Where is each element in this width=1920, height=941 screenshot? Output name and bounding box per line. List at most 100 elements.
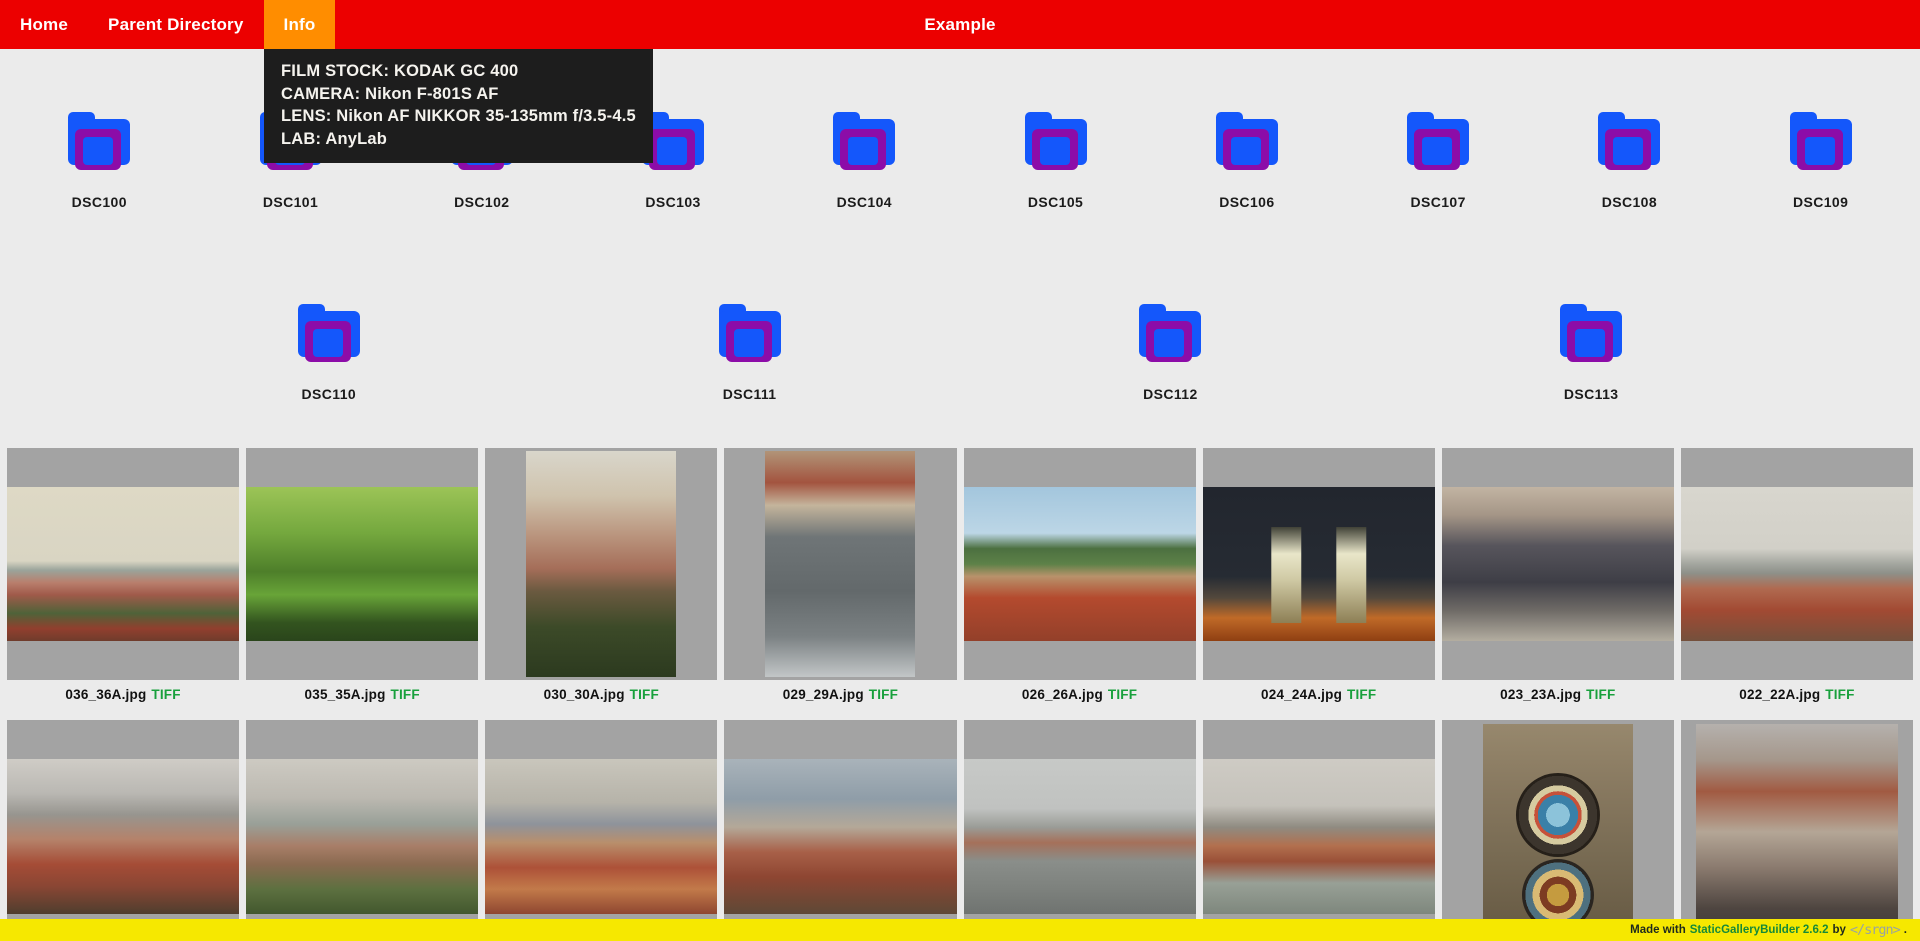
thumbnail-024_24A.jpg[interactable]: 024_24A.jpg TIFF: [1203, 448, 1435, 720]
thumbnail-026_26A.jpg[interactable]: 026_26A.jpg TIFF: [964, 448, 1196, 720]
thumbnail-cell: [246, 448, 478, 680]
folder-DSC105[interactable]: DSC105: [964, 110, 1148, 210]
navbar: HomeParent DirectoryInfo Example: [0, 0, 1920, 49]
thumbnail-cell: [485, 720, 717, 941]
folder-icon: [1788, 110, 1854, 173]
caption-format-link[interactable]: TIFF: [1586, 687, 1615, 702]
thumbnail-rooftops-church-tower[interactable]: [724, 720, 956, 941]
nav-links: HomeParent DirectoryInfo: [0, 0, 335, 49]
thumbnail-023_23A.jpg[interactable]: 023_23A.jpg TIFF: [1442, 448, 1674, 720]
thumbnail-caption: 036_36A.jpg TIFF: [7, 687, 239, 704]
folder-DSC112[interactable]: DSC112: [1078, 302, 1262, 402]
builder-link[interactable]: StaticGalleryBuilder 2.6.2: [1690, 924, 1829, 936]
folder-DSC100[interactable]: DSC100: [7, 110, 191, 210]
folder-label: DSC110: [302, 386, 357, 402]
folder-icon: [1023, 110, 1089, 173]
folder-icon: [66, 110, 132, 173]
thumbnail-caption: 022_22A.jpgTIFF: [1681, 687, 1913, 704]
caption-filename: 036_36A.jpg: [65, 687, 146, 702]
thumbnail-cell: [964, 448, 1196, 680]
caption-filename: 024_24A.jpg: [1261, 687, 1342, 702]
caption-format-link[interactable]: TIFF: [1347, 687, 1376, 702]
nav-link-parent-directory[interactable]: Parent Directory: [88, 0, 263, 49]
author-link[interactable]: </srgn>: [1850, 922, 1900, 938]
thumbnail-caption: 026_26A.jpg TIFF: [964, 687, 1196, 704]
thumbnail-cell: [1681, 448, 1913, 680]
thumbnail-cell: [724, 720, 956, 941]
thumbnail-029_29A.jpg[interactable]: 029_29A.jpg TIFF: [724, 448, 956, 720]
caption-filename: 023_23A.jpg: [1500, 687, 1581, 702]
folder-label: DSC104: [837, 194, 892, 210]
thumbnail-030_30A.jpg[interactable]: 030_30A.jpgTIFF: [485, 448, 717, 720]
info-tooltip-line: FILM STOCK: KODAK GC 400: [281, 60, 636, 83]
thumbnail-cell: [1681, 720, 1913, 941]
photo-old-town-square-crowd: [1696, 724, 1899, 941]
thumbnail-caption: 035_35A.jpg TIFF: [246, 687, 478, 704]
thumbnail-cell: [7, 448, 239, 680]
folder-label: DSC109: [1793, 194, 1848, 210]
photo-river-bridges-aerial: [246, 759, 478, 914]
folder-DSC106[interactable]: DSC106: [1155, 110, 1339, 210]
footer-by: by: [1832, 924, 1845, 936]
thumbnail-caption: 024_24A.jpg TIFF: [1203, 687, 1435, 704]
photo-red-rooftops-green-hill: [964, 487, 1196, 642]
footer-made-with: Made with: [1630, 924, 1686, 936]
thumbnail-river-statue-boat[interactable]: [964, 720, 1196, 941]
folder-icon: [1137, 302, 1203, 365]
gallery-title: Example: [924, 0, 995, 49]
photo-green-foliage: [246, 487, 478, 642]
caption-format-link[interactable]: TIFF: [1825, 687, 1854, 702]
thumbnail-035_35A.jpg[interactable]: 035_35A.jpg TIFF: [246, 448, 478, 720]
caption-filename: 035_35A.jpg: [305, 687, 386, 702]
thumbnail-022_22A.jpg[interactable]: 022_22A.jpgTIFF: [1681, 448, 1913, 720]
folder-DSC108[interactable]: DSC108: [1537, 110, 1721, 210]
info-tooltip-line: CAMERA: Nikon F-801S AF: [281, 83, 636, 106]
thumbnail-caption: 023_23A.jpg TIFF: [1442, 687, 1674, 704]
photo-bare-tree-over-city: [526, 451, 676, 676]
info-tooltip: FILM STOCK: KODAK GC 400CAMERA: Nikon F-…: [264, 49, 653, 163]
folder-label: DSC111: [723, 386, 777, 402]
thumbnail-castle-district-panorama[interactable]: [7, 720, 239, 941]
thumbnail-cell: [964, 720, 1196, 941]
footer: Made with StaticGalleryBuilder 2.6.2 by …: [0, 919, 1920, 941]
thumbnail-036_36A.jpg[interactable]: 036_36A.jpg TIFF: [7, 448, 239, 720]
footer-period: .: [1904, 924, 1907, 936]
thumbnail-riverfront-buildings[interactable]: [485, 720, 717, 941]
caption-filename: 029_29A.jpg: [783, 687, 864, 702]
folder-icon: [717, 302, 783, 365]
folder-label: DSC112: [1143, 386, 1198, 402]
caption-format-link[interactable]: TIFF: [1108, 687, 1137, 702]
caption-format-link[interactable]: TIFF: [630, 687, 659, 702]
caption-format-link[interactable]: TIFF: [151, 687, 180, 702]
folder-DSC109[interactable]: DSC109: [1729, 110, 1913, 210]
caption-format-link[interactable]: TIFF: [869, 687, 898, 702]
nav-link-home[interactable]: Home: [0, 0, 88, 49]
thumbnail-cell: [485, 448, 717, 680]
folder-label: DSC106: [1219, 194, 1274, 210]
thumbnail-castle-across-river[interactable]: [1203, 720, 1435, 941]
folder-DSC111[interactable]: DSC111: [658, 302, 842, 402]
info-tooltip-line: LAB: AnyLab: [281, 128, 636, 151]
folder-DSC104[interactable]: DSC104: [772, 110, 956, 210]
folder-DSC110[interactable]: DSC110: [237, 302, 421, 402]
folder-DSC113[interactable]: DSC113: [1499, 302, 1683, 402]
thumbnail-cell: [1442, 720, 1674, 941]
photo-city-panorama-cathedral-spire: [7, 487, 239, 642]
folder-label: DSC102: [454, 194, 509, 210]
folder-DSC107[interactable]: DSC107: [1346, 110, 1530, 210]
photo-rooftops-church-tower: [724, 759, 956, 914]
photo-castle-across-river: [1203, 759, 1435, 914]
caption-filename: 026_26A.jpg: [1022, 687, 1103, 702]
folder-label: DSC101: [263, 194, 318, 210]
folder-label: DSC107: [1410, 194, 1465, 210]
folder-icon: [296, 302, 362, 365]
photo-aerial-street-square: [765, 451, 915, 676]
thumbnail-astronomical-clock[interactable]: [1442, 720, 1674, 941]
photo-riverfront-buildings: [485, 759, 717, 914]
thumbnail-old-town-square-crowd[interactable]: [1681, 720, 1913, 941]
thumbnail-river-bridges-aerial[interactable]: [246, 720, 478, 941]
folder-icon: [1214, 110, 1280, 173]
caption-format-link[interactable]: TIFF: [391, 687, 420, 702]
nav-link-info[interactable]: Info: [264, 0, 336, 49]
thumbnail-cell: [7, 720, 239, 941]
